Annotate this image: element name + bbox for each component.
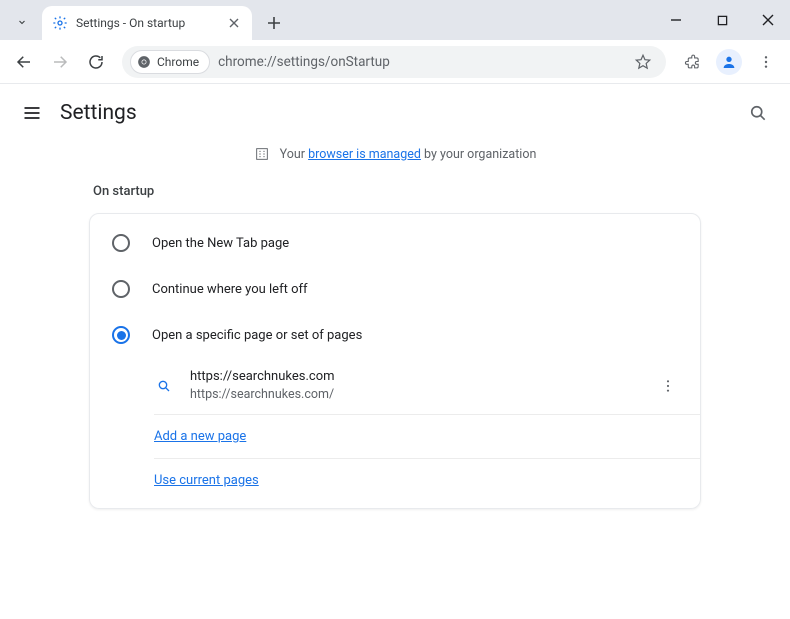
building-icon bbox=[254, 146, 270, 162]
radio-icon bbox=[112, 280, 130, 298]
omnibox[interactable]: Chrome chrome://settings/onStartup bbox=[122, 46, 666, 78]
radio-option-new-tab[interactable]: Open the New Tab page bbox=[90, 220, 700, 266]
url-text: chrome://settings/onStartup bbox=[218, 54, 626, 70]
page-more-button[interactable] bbox=[654, 372, 682, 400]
browser-tab[interactable]: Settings - On startup bbox=[42, 6, 252, 40]
plus-icon bbox=[267, 16, 281, 30]
radio-label: Continue where you left off bbox=[152, 282, 308, 297]
menu-button[interactable] bbox=[750, 46, 782, 78]
arrow-right-icon bbox=[51, 53, 69, 71]
hamburger-icon bbox=[22, 103, 42, 123]
gear-icon bbox=[52, 15, 68, 31]
maximize-icon bbox=[717, 15, 728, 26]
minimize-button[interactable] bbox=[662, 6, 690, 34]
minimize-icon bbox=[670, 14, 682, 26]
tab-search-button[interactable] bbox=[8, 8, 36, 36]
section-label: On startup bbox=[93, 184, 701, 199]
reload-icon bbox=[87, 53, 105, 71]
use-current-pages-link[interactable]: Use current pages bbox=[154, 473, 259, 488]
more-vert-icon bbox=[758, 54, 774, 70]
reload-button[interactable] bbox=[80, 46, 112, 78]
radio-option-continue[interactable]: Continue where you left off bbox=[90, 266, 700, 312]
chrome-icon bbox=[137, 55, 151, 69]
person-icon bbox=[721, 54, 737, 70]
startup-card: Open the New Tab page Continue where you… bbox=[89, 213, 701, 509]
managed-link[interactable]: browser is managed bbox=[308, 147, 421, 162]
search-settings-button[interactable] bbox=[740, 95, 776, 131]
tab-title: Settings - On startup bbox=[76, 16, 226, 30]
star-icon bbox=[634, 53, 652, 71]
radio-icon bbox=[112, 234, 130, 252]
toolbar: Chrome chrome://settings/onStartup bbox=[0, 40, 790, 84]
use-current-row: Use current pages bbox=[154, 459, 700, 502]
close-window-button[interactable] bbox=[754, 6, 782, 34]
site-chip-label: Chrome bbox=[157, 55, 199, 69]
search-icon bbox=[748, 103, 768, 123]
startup-page-title: https://searchnukes.com bbox=[190, 368, 654, 386]
profile-button[interactable] bbox=[716, 49, 742, 75]
add-page-row: Add a new page bbox=[154, 415, 700, 459]
content: Your browser is managed by your organiza… bbox=[0, 142, 790, 509]
add-new-page-link[interactable]: Add a new page bbox=[154, 429, 246, 444]
close-icon bbox=[762, 14, 774, 26]
new-tab-button[interactable] bbox=[260, 9, 288, 37]
settings-header: Settings bbox=[0, 84, 790, 142]
startup-page-url: https://searchnukes.com/ bbox=[190, 386, 654, 404]
window-controls bbox=[662, 6, 782, 34]
titlebar: Settings - On startup bbox=[0, 0, 790, 40]
more-vert-icon bbox=[660, 378, 676, 394]
chevron-down-icon bbox=[16, 16, 28, 28]
back-button[interactable] bbox=[8, 46, 40, 78]
radio-label: Open a specific page or set of pages bbox=[152, 328, 362, 343]
startup-page-row: https://searchnukes.com https://searchnu… bbox=[154, 358, 700, 415]
specific-pages-block: https://searchnukes.com https://searchnu… bbox=[90, 358, 700, 502]
search-page-icon bbox=[154, 376, 174, 396]
tab-close-button[interactable] bbox=[226, 15, 242, 31]
managed-banner: Your browser is managed by your organiza… bbox=[254, 146, 537, 162]
radio-label: Open the New Tab page bbox=[152, 236, 289, 251]
page-title: Settings bbox=[60, 101, 137, 125]
radio-icon bbox=[112, 326, 130, 344]
managed-text: Your browser is managed by your organiza… bbox=[280, 147, 537, 162]
maximize-button[interactable] bbox=[708, 6, 736, 34]
puzzle-icon bbox=[684, 53, 701, 70]
forward-button[interactable] bbox=[44, 46, 76, 78]
radio-option-specific[interactable]: Open a specific page or set of pages bbox=[90, 312, 700, 358]
site-chip[interactable]: Chrome bbox=[130, 50, 210, 74]
bookmark-button[interactable] bbox=[634, 53, 652, 71]
menu-toggle-button[interactable] bbox=[14, 95, 50, 131]
arrow-left-icon bbox=[15, 53, 33, 71]
close-icon bbox=[229, 18, 239, 28]
extensions-button[interactable] bbox=[676, 46, 708, 78]
search-icon bbox=[156, 378, 172, 394]
